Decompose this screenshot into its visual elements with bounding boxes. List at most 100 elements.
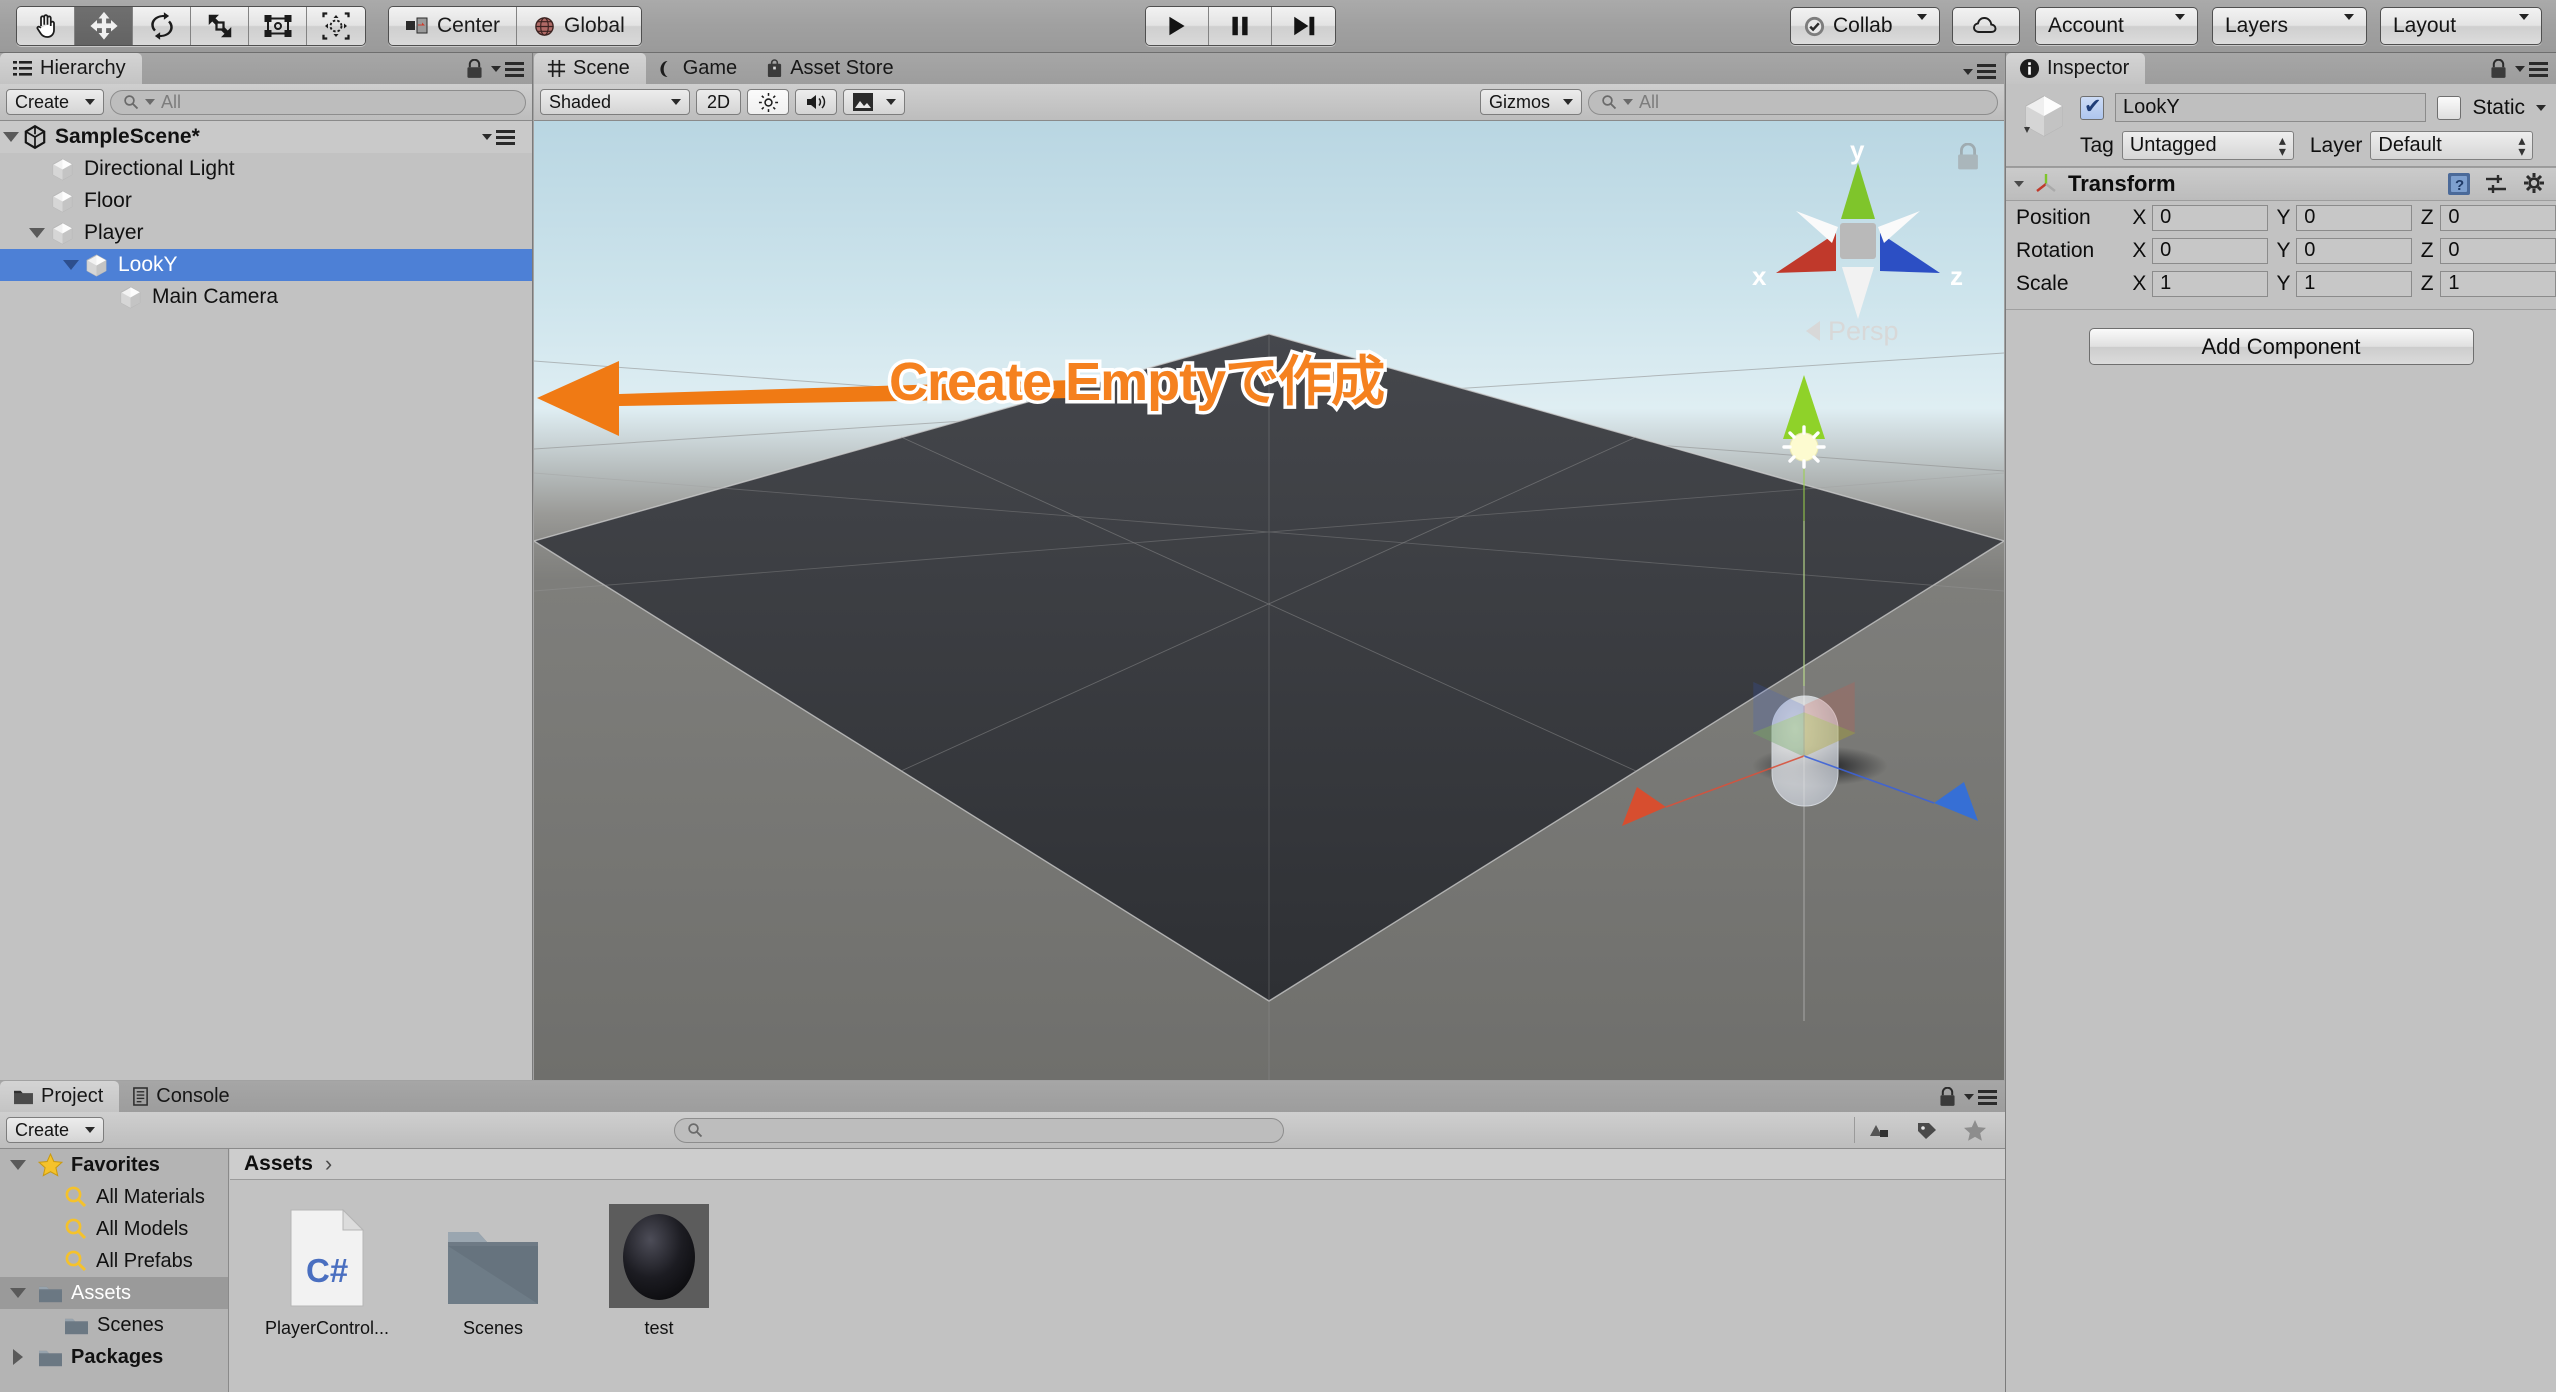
scene-context-menu-icon[interactable] bbox=[482, 129, 515, 145]
transform-scale-z-field[interactable]: 1 bbox=[2440, 270, 2556, 297]
tab-project[interactable]: Project bbox=[0, 1081, 120, 1112]
tab-scene[interactable]: Scene bbox=[534, 53, 646, 84]
scene-2d-toggle[interactable]: 2D bbox=[696, 89, 741, 115]
project-tree-item-scenes[interactable]: Scenes bbox=[0, 1309, 228, 1341]
pivot-space-group: Center Global bbox=[388, 6, 642, 46]
project-tree-item-favorites[interactable]: Favorites bbox=[0, 1149, 228, 1181]
cloud-button[interactable] bbox=[1952, 7, 2020, 45]
transform-tool-button[interactable] bbox=[307, 7, 365, 45]
transform-position-x-field[interactable]: 0 bbox=[2152, 204, 2268, 231]
filter-by-type-button[interactable] bbox=[1855, 1117, 1903, 1143]
console-icon bbox=[133, 1087, 149, 1106]
space-mode-button[interactable]: Global bbox=[517, 7, 641, 45]
scale-tool-button[interactable] bbox=[191, 7, 249, 45]
gear-icon[interactable] bbox=[2522, 171, 2548, 197]
static-dropdown-icon[interactable] bbox=[2536, 104, 2546, 111]
filter-by-label-button[interactable] bbox=[1903, 1117, 1951, 1143]
scene-search-input[interactable]: All bbox=[1588, 89, 1998, 115]
transform-rotation-x-field[interactable]: 0 bbox=[2152, 237, 2268, 264]
asset-item[interactable]: C# PlayerControl... bbox=[262, 1204, 392, 1339]
tab-asset-store[interactable]: Asset Store bbox=[753, 53, 909, 84]
project-tree-item-all-materials[interactable]: All Materials bbox=[0, 1181, 228, 1213]
layer-dropdown[interactable]: Default ▴ ▾ bbox=[2370, 131, 2534, 160]
hierarchy-item-main-camera[interactable]: Main Camera bbox=[0, 281, 532, 313]
scene-lock-icon[interactable] bbox=[1956, 143, 1980, 171]
step-button[interactable] bbox=[1272, 7, 1335, 45]
scene-gizmos-dropdown[interactable]: Gizmos bbox=[1480, 89, 1582, 115]
lock-icon[interactable] bbox=[2490, 59, 2507, 79]
scene-draw-mode-dropdown[interactable]: Shaded bbox=[540, 89, 690, 115]
chevron-right-icon[interactable] bbox=[6, 1349, 30, 1365]
inspector-menu-icon[interactable] bbox=[2515, 61, 2548, 77]
transform-rotation-y-field[interactable]: 0 bbox=[2296, 237, 2412, 264]
static-checkbox[interactable] bbox=[2437, 95, 2462, 120]
tab-console[interactable]: Console bbox=[119, 1081, 245, 1112]
account-button[interactable]: Account bbox=[2035, 7, 2198, 45]
lock-icon[interactable] bbox=[466, 59, 483, 79]
chevron-down-icon[interactable] bbox=[0, 132, 22, 142]
gameobject-cube-icon bbox=[50, 157, 75, 182]
scene-menu-icon[interactable] bbox=[1963, 64, 1996, 79]
hierarchy-scene-row[interactable]: SampleScene* bbox=[0, 121, 532, 153]
project-create-button[interactable]: Create bbox=[6, 1117, 104, 1143]
chevron-down-icon[interactable] bbox=[2014, 181, 2024, 187]
gameobject-enabled-checkbox[interactable] bbox=[2080, 94, 2104, 120]
tab-game[interactable]: Game bbox=[646, 53, 753, 84]
info-icon bbox=[2019, 58, 2040, 79]
help-icon[interactable]: ? bbox=[2446, 171, 2472, 197]
favorites-button[interactable] bbox=[1951, 1117, 1999, 1143]
project-menu-icon[interactable] bbox=[1964, 1089, 1997, 1105]
rect-tool-button[interactable] bbox=[249, 7, 307, 45]
hierarchy-menu-icon[interactable] bbox=[491, 61, 524, 77]
hierarchy-item-player[interactable]: Player bbox=[0, 217, 532, 249]
expand-arrow-icon[interactable] bbox=[58, 260, 84, 270]
scene-effects-toggle[interactable] bbox=[843, 89, 905, 115]
project-tree-item-all-models[interactable]: All Models bbox=[0, 1213, 228, 1245]
lock-icon[interactable] bbox=[1939, 1087, 1956, 1107]
scene-orientation-gizmo[interactable]: x z y Persp bbox=[1736, 141, 1986, 356]
transform-component-header[interactable]: Transform ? bbox=[2006, 167, 2556, 201]
transform-axis-icon bbox=[2036, 174, 2056, 192]
move-tool-button[interactable] bbox=[75, 7, 133, 45]
scene-lighting-toggle[interactable] bbox=[747, 89, 789, 115]
axis-label-x: X bbox=[2132, 238, 2147, 262]
transform-position-y-field[interactable]: 0 bbox=[2296, 204, 2412, 231]
pause-button[interactable] bbox=[1209, 7, 1272, 45]
scene-viewport[interactable]: x z y Persp Create Emptyで作成 bbox=[534, 121, 2004, 1080]
transform-scale-y-field[interactable]: 1 bbox=[2296, 270, 2412, 297]
hierarchy-create-button[interactable]: Create bbox=[6, 89, 104, 115]
transform-scale-x-field[interactable]: 1 bbox=[2152, 270, 2268, 297]
gameobject-name-field[interactable]: LookY bbox=[2115, 93, 2427, 122]
project-tree-item-assets[interactable]: Assets bbox=[0, 1277, 228, 1309]
asset-item[interactable]: test bbox=[594, 1204, 724, 1339]
transform-position-z-field[interactable]: 0 bbox=[2440, 204, 2556, 231]
pivot-mode-button[interactable]: Center bbox=[389, 7, 518, 45]
tab-inspector[interactable]: Inspector bbox=[2006, 53, 2146, 84]
collab-button[interactable]: Collab bbox=[1790, 7, 1940, 45]
layout-button[interactable]: Layout bbox=[2380, 7, 2542, 45]
preset-icon[interactable] bbox=[2484, 172, 2510, 196]
rotate-tool-button[interactable] bbox=[133, 7, 191, 45]
folder-icon bbox=[64, 1315, 89, 1336]
project-tree-item-packages[interactable]: Packages bbox=[0, 1341, 228, 1373]
tab-hierarchy[interactable]: Hierarchy bbox=[0, 53, 142, 84]
hierarchy-search-input[interactable]: All bbox=[110, 89, 526, 115]
project-tree-item-all-prefabs[interactable]: All Prefabs bbox=[0, 1245, 228, 1277]
layers-button[interactable]: Layers bbox=[2212, 7, 2367, 45]
expand-arrow-icon[interactable] bbox=[24, 228, 50, 238]
play-button[interactable] bbox=[1146, 7, 1209, 45]
chevron-down-icon[interactable] bbox=[6, 1288, 30, 1298]
hierarchy-item-directional-light[interactable]: Directional Light bbox=[0, 153, 532, 185]
add-component-button[interactable]: Add Component bbox=[2088, 328, 2474, 365]
hierarchy-item-floor[interactable]: Floor bbox=[0, 185, 532, 217]
hand-tool-button[interactable] bbox=[17, 7, 75, 45]
project-search-input[interactable] bbox=[674, 1117, 1284, 1143]
hierarchy-item-looky[interactable]: LookY bbox=[0, 249, 532, 281]
chevron-down-icon[interactable] bbox=[6, 1160, 30, 1170]
search-icon bbox=[1602, 95, 1617, 110]
tag-dropdown[interactable]: Untagged ▴ ▾ bbox=[2121, 131, 2294, 160]
transform-rotation-z-field[interactable]: 0 bbox=[2440, 237, 2556, 264]
breadcrumb-assets[interactable]: Assets bbox=[244, 1152, 313, 1176]
asset-item[interactable]: Scenes bbox=[428, 1204, 558, 1339]
scene-audio-toggle[interactable] bbox=[795, 89, 837, 115]
